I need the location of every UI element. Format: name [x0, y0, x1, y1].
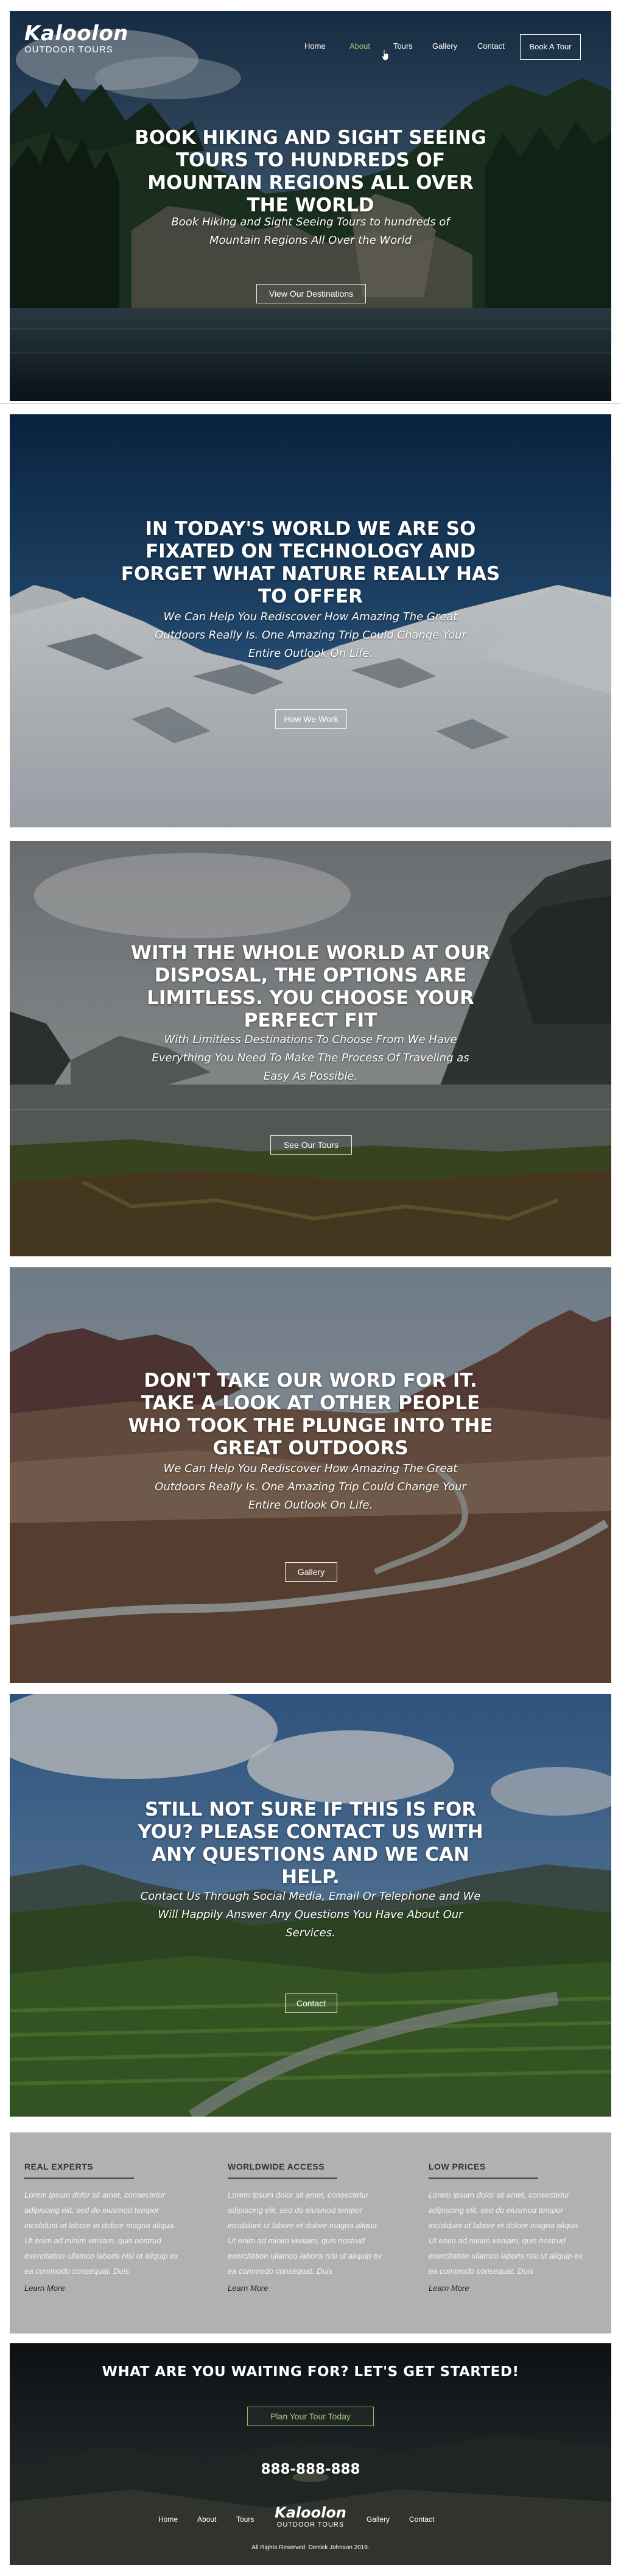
feature-worldwide-access: WORLDWIDE ACCESS Lorem ipsum dolor sit a… [228, 2162, 386, 2293]
footer-nav-home[interactable]: Home [158, 2515, 178, 2524]
footer-nav-gallery[interactable]: Gallery [367, 2515, 390, 2524]
footer-copyright: All Rights Reserved. Derrick Johnson 201… [251, 2544, 370, 2551]
view-destinations-button[interactable]: View Our Destinations [256, 284, 366, 303]
feature-divider [228, 2178, 337, 2179]
feature-title: REAL EXPERTS [24, 2162, 94, 2171]
hero-title: BOOK HIKING AND SIGHT SEEING TOURS TO HU… [135, 127, 486, 216]
feature-text: Lorem ipsum dolor sit amet, consectetur … [228, 2190, 382, 2276]
brand-logo[interactable]: Kaloolon OUTDOOR TOURS [24, 22, 128, 54]
feature-divider [24, 2178, 134, 2179]
footer-logo[interactable]: Kaloolon OUTDOOR TOURS [265, 2504, 356, 2528]
footer-nav-about[interactable]: About [197, 2515, 216, 2524]
footer-nav-contact[interactable]: Contact [409, 2515, 434, 2524]
pointer-cursor-icon [381, 49, 389, 61]
section-divider [0, 403, 621, 404]
nav-gallery[interactable]: Gallery [432, 41, 457, 51]
gallery-title: DON'T TAKE OUR WORD FOR IT. TAKE A LOOK … [128, 1370, 493, 1459]
how-we-work-button[interactable]: How We Work [275, 709, 347, 729]
feature-divider [429, 2178, 538, 2179]
features-section: REAL EXPERTS Lorem ipsum dolor sit amet,… [10, 2132, 611, 2334]
book-tour-button[interactable]: Book A Tour [520, 34, 581, 60]
feature-title: WORLDWIDE ACCESS [228, 2162, 325, 2171]
hero-subtitle: Book Hiking and Sight Seeing Tours to hu… [171, 216, 450, 247]
logo-name: Kaloolon [24, 21, 128, 46]
plan-tour-button[interactable]: Plan Your Tour Today [247, 2407, 374, 2426]
destinations-subtitle: With Limitless Destinations To Choose Fr… [152, 1033, 469, 1083]
see-our-tours-button[interactable]: See Our Tours [270, 1135, 352, 1155]
technology-title: IN TODAY'S WORLD WE ARE SO FIXATED ON TE… [121, 518, 500, 607]
contact-title: STILL NOT SURE IF THIS IS FOR YOU? PLEAS… [138, 1799, 483, 1888]
contact-subtitle: Contact Us Through Social Media, Email O… [140, 1890, 481, 1939]
destinations-title: WITH THE WHOLE WORLD AT OUR DISPOSAL, TH… [130, 942, 491, 1031]
technology-subtitle: We Can Help You Rediscover How Amazing T… [155, 610, 466, 660]
gallery-subtitle: We Can Help You Rediscover How Amazing T… [155, 1462, 466, 1512]
footer-section: WHAT ARE YOU WAITING FOR? LET'S GET STAR… [10, 2343, 611, 2565]
nav-contact[interactable]: Contact [477, 41, 505, 51]
nav-tours[interactable]: Tours [393, 41, 413, 51]
feature-real-experts: REAL EXPERTS Lorem ipsum dolor sit amet,… [24, 2162, 183, 2293]
feature-text: Lorem ipsum dolor sit amet, consectetur … [24, 2190, 178, 2276]
technology-section: IN TODAY'S WORLD WE ARE SO FIXATED ON TE… [10, 414, 611, 827]
destinations-section: WITH THE WHOLE WORLD AT OUR DISPOSAL, TH… [10, 841, 611, 1256]
footer-logo-name: Kaloolon [275, 2504, 346, 2521]
learn-more-link[interactable]: Learn More [228, 2284, 268, 2293]
footer-title: WHAT ARE YOU WAITING FOR? LET'S GET STAR… [102, 2364, 519, 2380]
contact-section: STILL NOT SURE IF THIS IS FOR YOU? PLEAS… [10, 1694, 611, 2117]
hero-section: Kaloolon OUTDOOR TOURS Home About Tours … [10, 11, 611, 401]
footer-logo-tagline: OUTDOOR TOURS [276, 2521, 345, 2528]
feature-text: Lorem ipsum dolor sit amet, consectetur … [429, 2190, 583, 2276]
footer-nav-tours[interactable]: Tours [236, 2515, 254, 2524]
nav-home[interactable]: Home [304, 41, 326, 51]
contact-button[interactable]: Contact [285, 1994, 337, 2013]
gallery-button[interactable]: Gallery [285, 1562, 337, 1582]
footer-phone: 888-888-888 [261, 2461, 360, 2477]
learn-more-link[interactable]: Learn More [24, 2284, 65, 2293]
learn-more-link[interactable]: Learn More [429, 2284, 469, 2293]
gallery-section: DON'T TAKE OUR WORD FOR IT. TAKE A LOOK … [10, 1267, 611, 1683]
logo-tagline: OUTDOOR TOURS [24, 44, 113, 55]
nav-about[interactable]: About [349, 41, 370, 51]
feature-low-prices: LOW PRICES Lorem ipsum dolor sit amet, c… [429, 2162, 587, 2293]
feature-title: LOW PRICES [429, 2162, 486, 2171]
